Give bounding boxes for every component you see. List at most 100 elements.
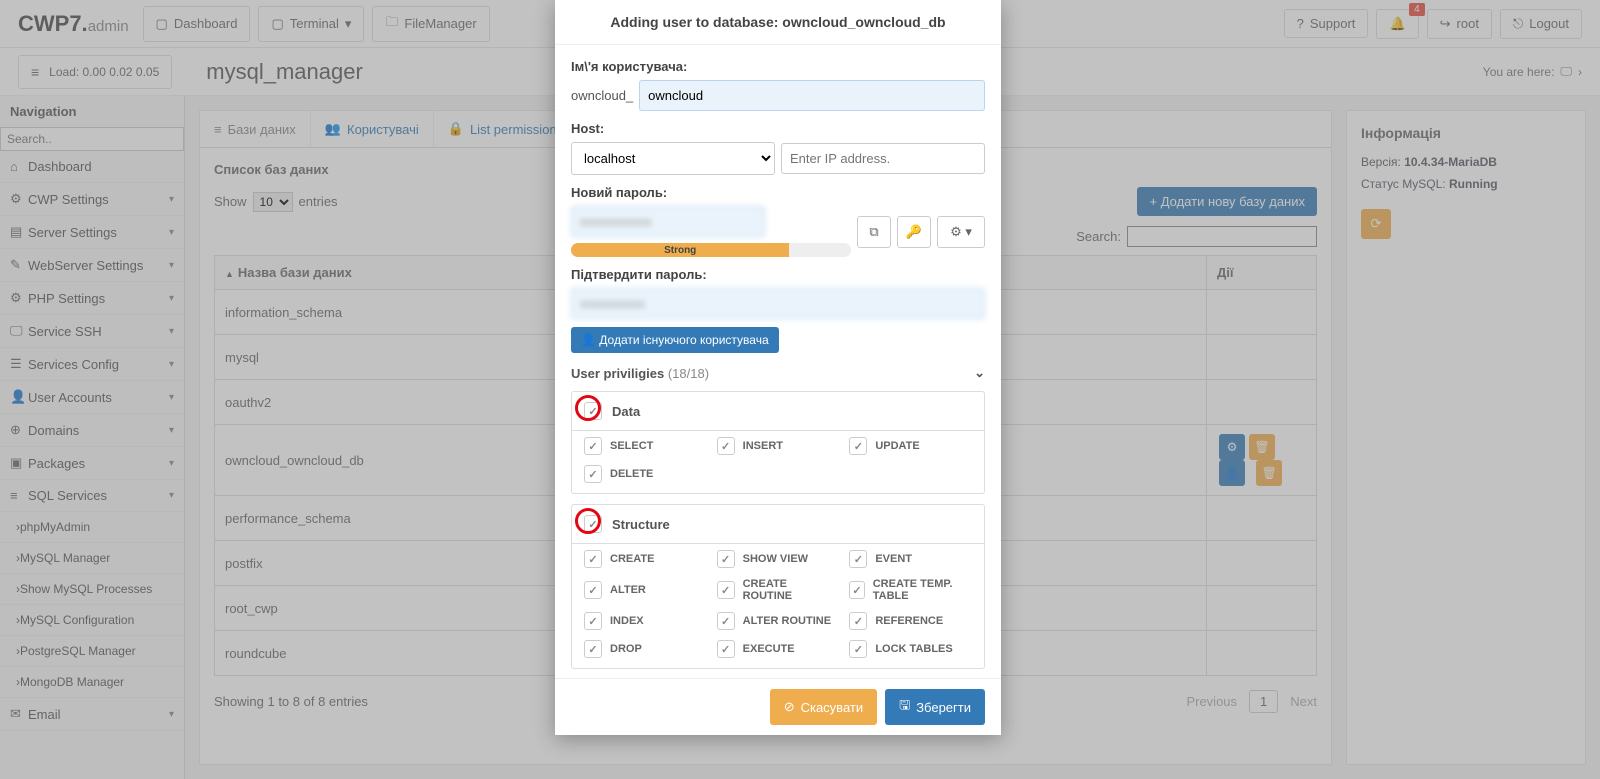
user-action[interactable]: 👤 — [1219, 460, 1245, 486]
entries-select[interactable]: 10 — [253, 192, 293, 212]
priv-checkbox[interactable]: ✓SELECT — [584, 437, 707, 455]
priv-checkbox[interactable]: ✓REFERENCE — [849, 612, 972, 630]
username-label: Ім\'я користувача: — [571, 59, 985, 74]
modal-title: Adding user to database: owncloud_ownclo… — [555, 0, 1001, 45]
nav-server[interactable]: ▤Server Settings▾ — [0, 216, 184, 249]
privileges-header[interactable]: User priviligies (18/18) ⌄ — [571, 365, 985, 381]
add-existing-user-button[interactable]: 👤 Додати існуючого користувача — [571, 327, 779, 353]
structure-all-checkbox[interactable]: ✓ — [584, 515, 602, 533]
home-icon: ⌂ — [10, 159, 28, 174]
structure-privileges: ✓Structure ✓CREATE✓SHOW VIEW✓EVENT✓ALTER… — [571, 504, 985, 669]
username-input[interactable] — [639, 80, 985, 111]
load-box: ≡Load: 0.00 0.02 0.05 — [18, 55, 172, 89]
filemanager-button[interactable]: 🗀 FileManager — [372, 6, 489, 42]
priv-checkbox[interactable]: ✓CREATE — [584, 550, 707, 568]
nav-services[interactable]: ☰Services Config▾ — [0, 348, 184, 381]
nav-sql[interactable]: ≡SQL Services▾ — [0, 480, 184, 512]
wrench-icon: ✎ — [10, 257, 28, 273]
nav-webserver[interactable]: ✎WebServer Settings▾ — [0, 249, 184, 282]
nav-domains[interactable]: ⊕Domains▾ — [0, 414, 184, 447]
lock-icon: 🔒 — [448, 121, 464, 137]
data-all-checkbox[interactable]: ✓ — [584, 402, 602, 420]
save-button[interactable]: 🖫 Зберегти — [885, 689, 985, 725]
refresh-button[interactable]: ⟳ — [1361, 209, 1391, 239]
next-button[interactable]: Next — [1290, 694, 1317, 709]
cancel-button[interactable]: ⊘ Скасувати — [770, 689, 877, 725]
dashboard-button[interactable]: ▢ Dashboard — [143, 6, 251, 42]
nav-cwp[interactable]: ⚙CWP Settings▾ — [0, 183, 184, 216]
table-info: Showing 1 to 8 of 8 entries — [214, 694, 368, 709]
cogs-icon: ⚙ — [10, 290, 28, 306]
priv-checkbox[interactable]: ✓CREATE TEMP. TABLE — [849, 578, 972, 602]
confirm-input[interactable] — [571, 288, 985, 319]
priv-checkbox[interactable]: ✓UPDATE — [849, 437, 972, 455]
show-entries: Show 10 entries — [214, 192, 338, 212]
priv-checkbox[interactable]: ✓DROP — [584, 640, 707, 658]
chevron-down-icon: ⌄ — [974, 365, 985, 381]
add-user-modal: Adding user to database: owncloud_ownclo… — [555, 0, 1001, 735]
table-search-input[interactable] — [1127, 226, 1317, 247]
key-button[interactable]: 🔑 — [897, 216, 931, 248]
password-label: Новий пароль: — [571, 185, 985, 200]
package-icon: ▣ — [10, 455, 28, 471]
copy-button[interactable]: ⧉ — [857, 216, 891, 248]
server-icon: ▤ — [10, 224, 28, 240]
ip-input[interactable] — [781, 143, 985, 174]
gear-icon: ⚙ — [10, 191, 28, 207]
priv-checkbox[interactable]: ✓EVENT — [849, 550, 972, 568]
page-title: mysql_manager — [206, 59, 363, 85]
col-actions: Дії — [1207, 256, 1317, 290]
support-button[interactable]: ? Support — [1284, 9, 1369, 38]
tab-databases[interactable]: ≡Бази даних — [200, 111, 311, 147]
tab-users[interactable]: 👥Користувачі — [311, 111, 434, 147]
sidebar: Navigation ⌂Dashboard ⚙CWP Settings▾ ▤Se… — [0, 96, 185, 779]
info-title: Інформація — [1361, 125, 1571, 141]
delete-action[interactable]: 🗑 — [1249, 434, 1275, 460]
add-database-button[interactable]: + Додати нову базу даних — [1137, 187, 1317, 216]
page-current: 1 — [1249, 690, 1278, 713]
monitor-icon: 🖵 — [1560, 64, 1572, 79]
priv-checkbox[interactable]: ✓EXECUTE — [717, 640, 840, 658]
nav-email[interactable]: ✉Email▾ — [0, 698, 184, 731]
nav-mongodb[interactable]: › MongoDB Manager — [0, 667, 184, 698]
monitor-icon: 🖵 — [10, 323, 28, 339]
nav-php[interactable]: ⚙PHP Settings▾ — [0, 282, 184, 315]
settings-action[interactable]: ⚙ — [1219, 434, 1245, 460]
priv-checkbox[interactable]: ✓DELETE — [584, 465, 707, 483]
priv-checkbox[interactable]: ✓ALTER — [584, 578, 707, 602]
nav-mysql-manager[interactable]: › MySQL Manager — [0, 543, 184, 574]
nav-mysql-conf[interactable]: › MySQL Configuration — [0, 605, 184, 636]
host-label: Host: — [571, 121, 985, 136]
priv-checkbox[interactable]: ✓SHOW VIEW — [717, 550, 840, 568]
nav-users[interactable]: 👤User Accounts▾ — [0, 381, 184, 414]
priv-checkbox[interactable]: ✓INDEX — [584, 612, 707, 630]
notif-badge: 4 — [1409, 3, 1425, 16]
nav-mysql-procs[interactable]: › Show MySQL Processes — [0, 574, 184, 605]
priv-checkbox[interactable]: ✓CREATE ROUTINE — [717, 578, 840, 602]
host-select[interactable]: localhost — [571, 142, 775, 175]
logout-button[interactable]: ⎋ Logout — [1500, 9, 1582, 39]
nav-postgresql[interactable]: › PostgreSQL Manager — [0, 636, 184, 667]
priv-checkbox[interactable]: ✓LOCK TABLES — [849, 640, 972, 658]
terminal-button[interactable]: ▢ Terminal ▾ — [258, 6, 364, 42]
gear-button[interactable]: ⚙ ▾ — [937, 216, 985, 248]
database-icon: ≡ — [31, 64, 39, 80]
priv-checkbox[interactable]: ✓INSERT — [717, 437, 840, 455]
nav-dashboard[interactable]: ⌂Dashboard — [0, 151, 184, 183]
priv-checkbox[interactable]: ✓ALTER ROUTINE — [717, 612, 840, 630]
globe-icon: ⊕ — [10, 422, 28, 438]
mail-icon: ✉ — [10, 706, 28, 722]
nav-packages[interactable]: ▣Packages▾ — [0, 447, 184, 480]
nav-phpmyadmin[interactable]: › phpMyAdmin — [0, 512, 184, 543]
password-input[interactable] — [571, 206, 765, 237]
strength-bar: Strong — [571, 243, 851, 257]
database-icon: ≡ — [10, 488, 28, 503]
search-input[interactable] — [0, 127, 184, 151]
version-line: Версія: 10.4.34-MariaDB — [1361, 155, 1571, 169]
prev-button[interactable]: Previous — [1186, 694, 1237, 709]
trash-action[interactable]: 🗑 — [1256, 460, 1282, 486]
root-button[interactable]: ↪ root — [1427, 9, 1492, 39]
status-line: Статус MySQL: Running — [1361, 177, 1571, 191]
username-prefix: owncloud_ — [571, 88, 633, 103]
nav-ssh[interactable]: 🖵Service SSH▾ — [0, 315, 184, 348]
